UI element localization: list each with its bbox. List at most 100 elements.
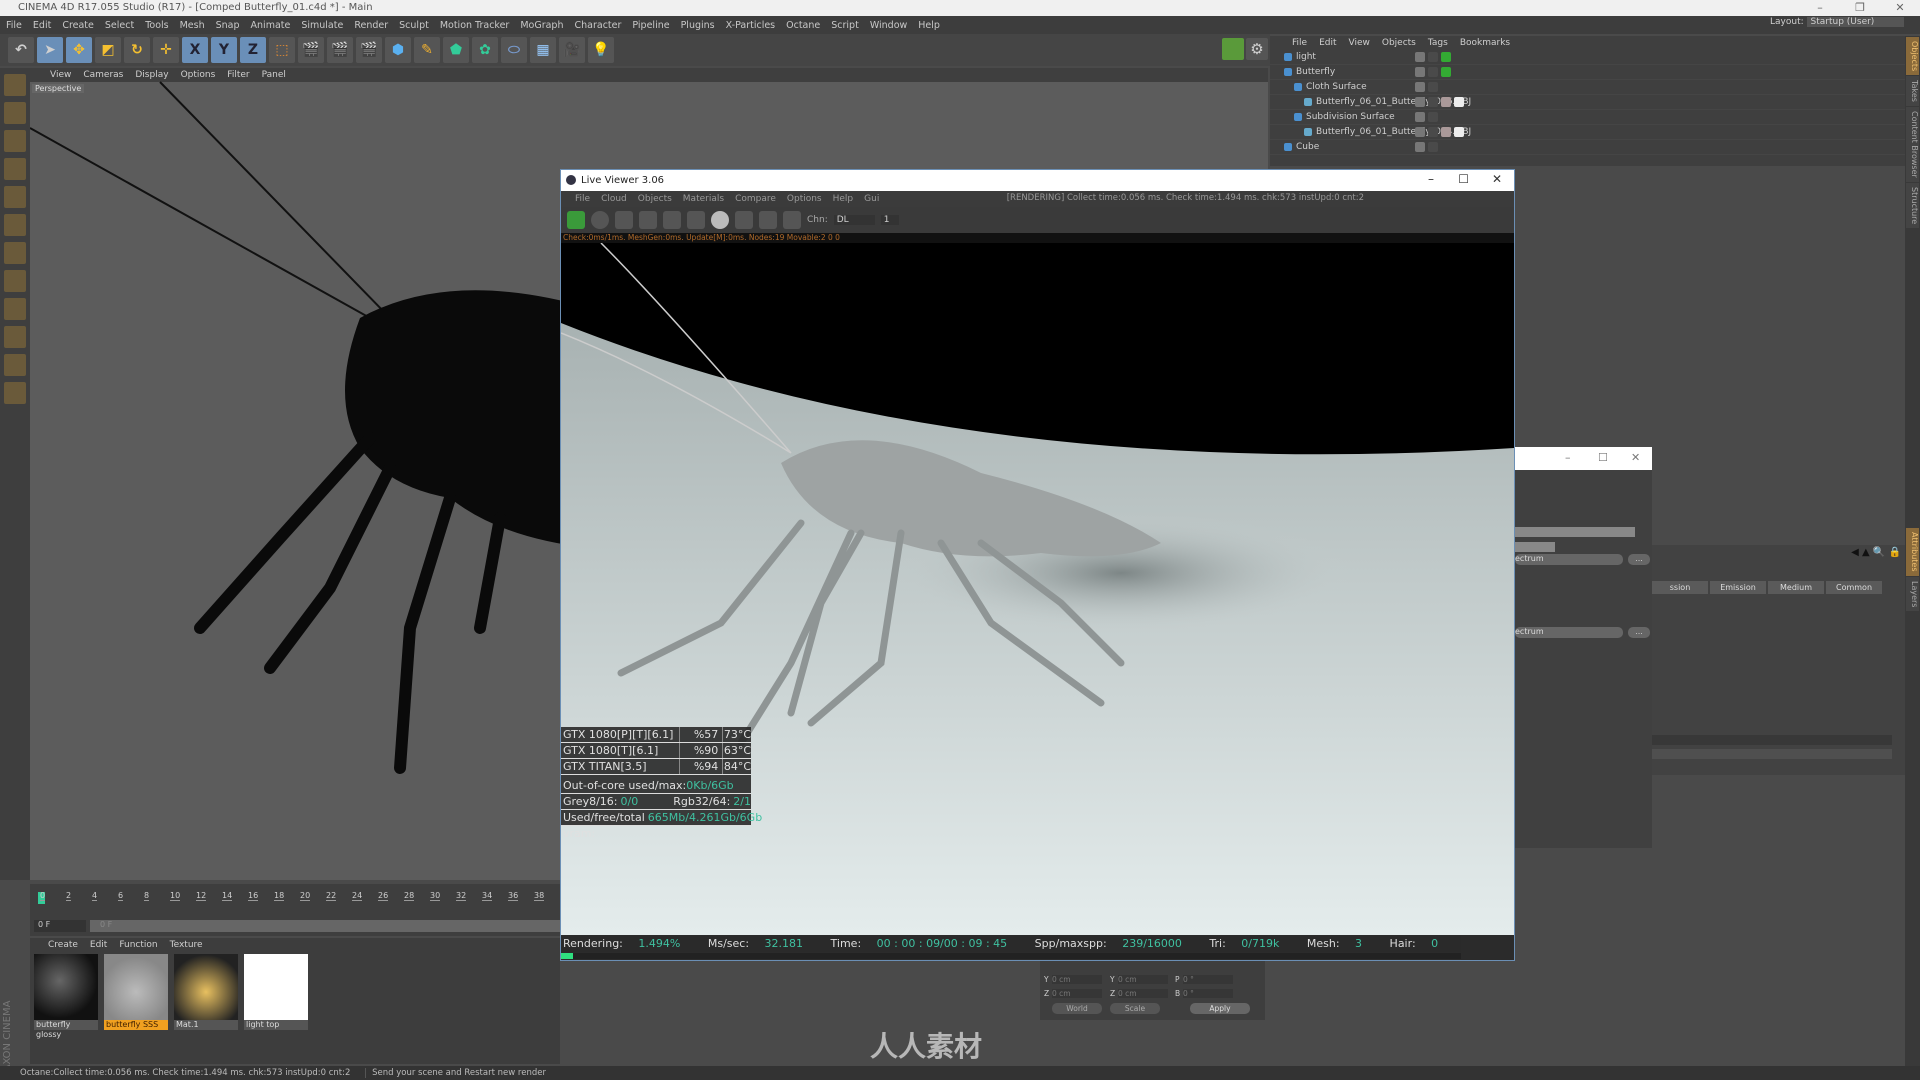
- uvw-tag-icon[interactable]: [1454, 127, 1464, 137]
- coordinate-field[interactable]: 0 cm: [1118, 975, 1168, 984]
- channel-dropdown[interactable]: DL: [833, 215, 875, 225]
- cube-icon[interactable]: ⬢: [385, 37, 411, 63]
- enabled-check-icon[interactable]: [1428, 112, 1438, 122]
- rotate-icon[interactable]: ↻: [124, 37, 150, 63]
- minimize-button[interactable]: –: [1428, 172, 1434, 186]
- uvw-tag-icon[interactable]: [1454, 97, 1464, 107]
- lv-menu-cloud[interactable]: Cloud: [601, 194, 627, 204]
- material-menu-edit[interactable]: Edit: [90, 940, 107, 950]
- menu-help[interactable]: Help: [918, 20, 940, 31]
- enabled-check-icon[interactable]: [1428, 142, 1438, 152]
- axis-icon[interactable]: [4, 242, 26, 264]
- tab-common[interactable]: Common: [1826, 581, 1882, 594]
- add-icon[interactable]: ✛: [153, 37, 179, 63]
- start-render-icon[interactable]: [567, 211, 585, 229]
- tab-transmission[interactable]: ssion: [1652, 581, 1708, 594]
- tab-medium[interactable]: Medium: [1768, 581, 1824, 594]
- frame-range-slider[interactable]: 0 F: [90, 920, 560, 932]
- object-row[interactable]: Butterfly_06_01_Butterfly_006.OBJ: [1270, 95, 1905, 110]
- object-row[interactable]: Cloth Surface: [1270, 80, 1905, 95]
- x-axis-button[interactable]: X: [182, 37, 208, 63]
- clay-mode-icon[interactable]: [735, 211, 753, 229]
- menu-mesh[interactable]: Mesh: [180, 20, 205, 31]
- maximize-button[interactable]: ☐: [1598, 451, 1608, 464]
- workplane-icon[interactable]: [4, 130, 26, 152]
- om-menu-tags[interactable]: Tags: [1428, 38, 1448, 48]
- floor-icon[interactable]: ▦: [530, 37, 556, 63]
- close-button[interactable]: ✕: [1492, 172, 1502, 186]
- om-menu-edit[interactable]: Edit: [1319, 38, 1336, 48]
- side-tab-attributes[interactable]: Attributes: [1906, 528, 1919, 576]
- side-tab-content-browser[interactable]: Content Browser: [1906, 107, 1919, 182]
- coordinate-field[interactable]: 0 °: [1183, 989, 1233, 998]
- visibility-toggle[interactable]: [1415, 67, 1425, 77]
- material-swatch[interactable]: light top: [244, 954, 308, 1030]
- menu-mograph[interactable]: MoGraph: [520, 20, 563, 31]
- pick-material-icon[interactable]: [783, 211, 801, 229]
- material-menu-function[interactable]: Function: [119, 940, 157, 950]
- edges-mode-icon[interactable]: [4, 186, 26, 208]
- paint-icon[interactable]: [4, 326, 26, 348]
- render-view-icon[interactable]: 🎬: [298, 37, 324, 63]
- more-button[interactable]: ...: [1628, 554, 1650, 565]
- side-tab-structure[interactable]: Structure: [1906, 182, 1919, 229]
- more-button[interactable]: ...: [1628, 627, 1650, 638]
- enabled-check-icon[interactable]: [1428, 127, 1438, 137]
- spectrum-field[interactable]: ectrum: [1515, 554, 1623, 565]
- material-swatch[interactable]: Mat.1: [174, 954, 238, 1030]
- render-picture-icon[interactable]: 🎬: [327, 37, 353, 63]
- maximize-button[interactable]: ☐: [1458, 172, 1469, 186]
- menu-edit[interactable]: Edit: [33, 20, 51, 31]
- camera-icon[interactable]: 🎥: [559, 37, 585, 63]
- lock-icon[interactable]: [687, 211, 705, 229]
- settings-gear-icon[interactable]: [663, 211, 681, 229]
- material-menu-texture[interactable]: Texture: [170, 940, 203, 950]
- menu-x-particles[interactable]: X-Particles: [726, 20, 776, 31]
- menu-motion-tracker[interactable]: Motion Tracker: [440, 20, 510, 31]
- lv-menu-materials[interactable]: Materials: [683, 194, 724, 204]
- attribute-field[interactable]: [1652, 735, 1892, 745]
- lv-menu-help[interactable]: Help: [833, 194, 854, 204]
- material-sphere-icon[interactable]: [711, 211, 729, 229]
- object-row[interactable]: Cube: [1270, 140, 1905, 155]
- menu-tools[interactable]: Tools: [145, 20, 168, 31]
- visibility-toggle[interactable]: [1415, 127, 1425, 137]
- material-swatch[interactable]: butterfly glossy: [34, 954, 98, 1039]
- visibility-toggle[interactable]: [1415, 97, 1425, 107]
- menu-plugins[interactable]: Plugins: [681, 20, 715, 31]
- coordinate-field[interactable]: 0 cm: [1052, 989, 1102, 998]
- minimize-button[interactable]: –: [1565, 451, 1571, 464]
- z-axis-button[interactable]: Z: [240, 37, 266, 63]
- lv-menu-gui[interactable]: Gui: [864, 194, 879, 204]
- gear-icon[interactable]: ⚙: [1246, 38, 1268, 60]
- object-row[interactable]: light: [1270, 50, 1905, 65]
- menu-octane[interactable]: Octane: [786, 20, 820, 31]
- lv-menu-objects[interactable]: Objects: [638, 194, 672, 204]
- light-icon[interactable]: 💡: [588, 37, 614, 63]
- coordinate-field[interactable]: 0 °: [1183, 975, 1233, 984]
- tab-emission[interactable]: Emission: [1710, 581, 1766, 594]
- render-settings-icon[interactable]: 🎬: [356, 37, 382, 63]
- snap-icon[interactable]: [4, 270, 26, 292]
- material-tag-icon[interactable]: [1441, 67, 1451, 77]
- move-icon[interactable]: ✥: [66, 37, 92, 63]
- select-icon[interactable]: ➤: [37, 37, 63, 63]
- layout-selector[interactable]: Layout: Startup (User): [1770, 17, 1905, 27]
- coordinate-field[interactable]: 0 cm: [1052, 975, 1102, 984]
- pause-icon[interactable]: [615, 211, 633, 229]
- coordinate-world-dropdown[interactable]: World: [1052, 1003, 1102, 1014]
- om-menu-view[interactable]: View: [1349, 38, 1370, 48]
- layout-value[interactable]: Startup (User): [1806, 17, 1905, 27]
- attribute-dropdown[interactable]: [1652, 749, 1892, 759]
- enabled-check-icon[interactable]: [1428, 97, 1438, 107]
- visibility-toggle[interactable]: [1415, 142, 1425, 152]
- menu-window[interactable]: Window: [870, 20, 907, 31]
- menu-sculpt[interactable]: Sculpt: [399, 20, 429, 31]
- lv-menu-compare[interactable]: Compare: [735, 194, 776, 204]
- solo-icon[interactable]: [4, 298, 26, 320]
- region-render-icon[interactable]: [639, 211, 657, 229]
- coordinate-scale-dropdown[interactable]: Scale: [1110, 1003, 1160, 1014]
- model-mode-icon[interactable]: [4, 74, 26, 96]
- octane-live-icon[interactable]: [1222, 38, 1244, 60]
- texture-mode-icon[interactable]: [4, 102, 26, 124]
